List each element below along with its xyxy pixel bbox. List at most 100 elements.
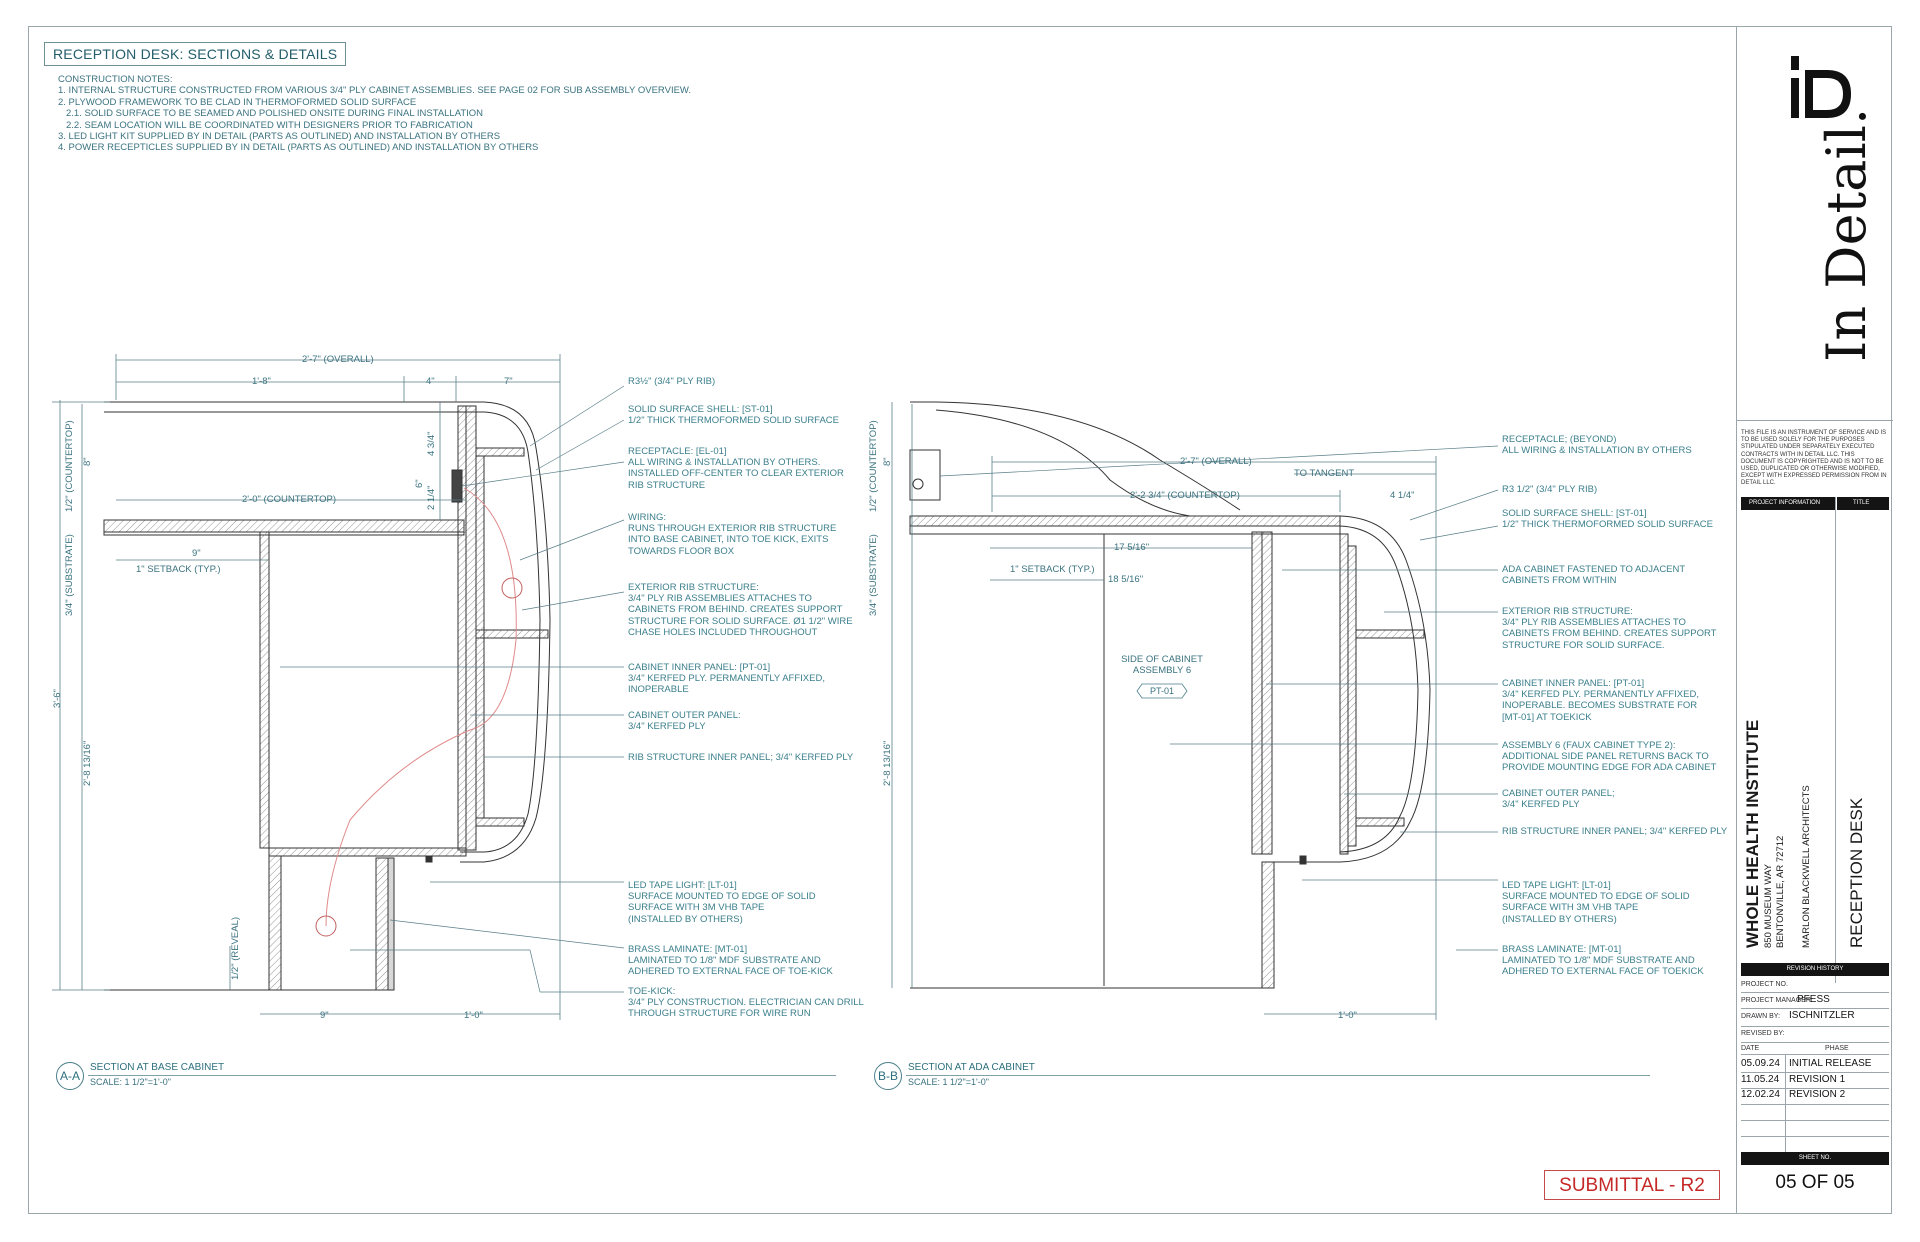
dim-b-v-substrate: 3/4" (SUBSTRATE) [868,534,879,616]
row-divider [1741,1008,1889,1009]
callout-b-led: LED TAPE LIGHT: [LT-01] SURFACE MOUNTED … [1502,880,1690,925]
drawn-by-value: ISCHNITZLER [1789,1010,1855,1021]
sheet-number: 05 OF 05 [1775,1172,1855,1193]
submittal-stamp: SUBMITTAL - R2 [1544,1170,1720,1200]
revision-date: 11.05.24 [1741,1074,1780,1085]
dim-a-v-6: 6" [414,479,425,488]
dim-a-v-434: 4 3/4" [426,431,437,456]
copyright-notice: THIS FILE IS AN INSTRUMENT OF SERVICE AN… [1741,430,1887,487]
address-line-1: 850 MUSEUM WAY [1763,864,1774,948]
date-header: DATE [1741,1045,1760,1052]
row-divider [1741,1072,1889,1073]
phase-header: PHASE [1825,1045,1849,1052]
revision-column-divider [1785,1054,1786,1152]
revision-history-bar: REVISION HISTORY [1741,963,1889,976]
revised-by-label: REVISED BY: [1741,1030,1785,1037]
dim-a-v-eight: 8" [82,457,93,466]
dim-a-setback: 1" SETBACK (TYP.) [136,564,221,575]
dim-a-bottom-nine: 9" [320,1010,329,1021]
section-a-scale: SCALE: 1 1/2"=1'-0" [90,1077,171,1087]
callout-a-brass: BRASS LAMINATE: [MT-01] LAMINATED TO 1/8… [628,944,833,978]
revision-phase: REVISION 2 [1789,1089,1846,1100]
section-b-tag: B-B [874,1062,902,1090]
dim-a-d1: 1'-8" [252,376,271,387]
client-name: WHOLE HEALTH INSTITUTE [1743,719,1762,948]
dim-b-four-quarter: 4 1/4" [1390,490,1415,501]
callout-b-brass: BRASS LAMINATE: [MT-01] LAMINATED TO 1/8… [1502,944,1704,978]
section-a-linework [103,401,551,991]
callout-b-assembly6: ASSEMBLY 6 (FAUX CABINET TYPE 2): ADDITI… [1502,740,1717,774]
dim-b-countertop: 2'-2 3/4" (COUNTERTOP) [1130,490,1240,501]
dim-a-v-lower: 2'-8 13/16" [82,740,93,786]
row-divider [1741,1054,1889,1055]
callout-b-rib-radius: R3 1/2" (3/4" PLY RIB) [1502,484,1598,495]
row-divider [1741,1136,1889,1137]
callout-a-toekick: TOE-KICK: 3/4" PLY CONSTRUCTION. ELECTRI… [628,986,864,1020]
callout-a-rib-radius: R3½" (3/4" PLY RIB) [628,376,716,387]
address-line-2: BENTONVILLE, AR 72712 [1775,835,1786,948]
callout-a-wiring: WIRING: RUNS THROUGH EXTERIOR RIB STRUCT… [628,512,837,557]
callout-b-receptacle: RECEPTACLE; (BEYOND) ALL WIRING & INSTAL… [1502,434,1692,457]
revision-history-label: REVISION HISTORY [1786,966,1844,972]
revision-date: 12.02.24 [1741,1089,1780,1100]
sheet-no-bar: SHEET NO. [1741,1152,1889,1165]
callout-a-rib-inner: RIB STRUCTURE INNER PANEL; 3/4" KERFED P… [628,752,854,763]
callout-b-outer-panel: CABINET OUTER PANEL; 3/4" KERFED PLY [1502,788,1615,811]
row-divider [1741,1104,1889,1105]
pt-tag-label: PT-01 [1149,686,1174,696]
callout-a-receptacle: RECEPTACLE: [EL-01] ALL WIRING & INSTALL… [628,446,844,491]
dim-a-bottom-one: 1'-0" [464,1010,483,1021]
section-a-rule [88,1075,836,1076]
logo-box: In Detail. [1737,26,1893,421]
dim-b-v-eight: 8" [882,457,893,466]
title-bar: TITLE [1837,497,1889,510]
revision-phase: INITIAL RELEASE [1789,1058,1872,1069]
section-b-rule [906,1075,1650,1076]
row-divider [1741,1026,1889,1027]
dim-a-v-reveal: 1/2" (REVEAL) [230,916,241,980]
dim-a-d3: 7" [504,376,513,387]
project-information-bar: PROJECT INFORMATION [1741,497,1835,510]
section-b-scale: SCALE: 1 1/2"=1'-0" [908,1077,989,1087]
project-no-label: PROJECT NO. [1741,981,1788,988]
callout-a-solid-surface: SOLID SURFACE SHELL: [ST-01] 1/2" THICK … [628,404,839,427]
drawn-by-label: DRAWN BY: [1741,1013,1781,1020]
callout-a-exterior-rib: EXTERIOR RIB STRUCTURE: 3/4" PLY RIB ASS… [628,582,853,638]
dim-b-v-lower: 2'-8 13/16" [882,740,893,786]
project-information-label: PROJECT INFORMATION [1749,500,1821,506]
dim-b-overall: 2'-7" (OVERALL) [1180,456,1252,467]
dim-b-17: 17 5/16" [1114,542,1150,553]
sheet-no-label: SHEET NO. [1798,1155,1832,1161]
callout-b-rib-inner: RIB STRUCTURE INNER PANEL; 3/4" KERFED P… [1502,826,1728,837]
dim-a-v-substrate: 3/4" (SUBSTRATE) [64,534,75,616]
row-divider [1741,1120,1889,1121]
dim-b-tangent: TO TANGENT [1294,468,1355,479]
dim-b-bottom-one: 1'-0" [1338,1010,1357,1021]
logo-wordmark: In Detail. [1815,107,1878,362]
dim-a-overall: 2'-7" (OVERALL) [302,354,374,365]
dim-b-setback: 1" SETBACK (TYP.) [1010,564,1095,575]
row-divider [1741,992,1889,993]
section-a-title: SECTION AT BASE CABINET [90,1062,225,1073]
callout-a-led: LED TAPE LIGHT: [LT-01] SURFACE MOUNTED … [628,880,816,925]
callout-b-solid-surface: SOLID SURFACE SHELL: [ST-01] 1/2" THICK … [1502,508,1713,531]
dim-a-d2: 4" [426,376,435,387]
dim-a-v-countertop: 1/2" (COUNTERTOP) [64,420,75,512]
section-a-tag: A-A [56,1062,84,1090]
sheet-title: RECEPTION DESK [1847,797,1866,948]
dim-a-nine: 9" [192,548,201,559]
callout-b-ada: ADA CABINET FASTENED TO ADJACENT CABINET… [1502,564,1686,587]
section-b-title: SECTION AT ADA CABINET [908,1062,1035,1073]
callout-a-inner-panel: CABINET INNER PANEL: [PT-01] 3/4" KERFED… [628,662,825,696]
revision-date: 05.09.24 [1741,1058,1780,1069]
title-label: TITLE [1853,500,1870,506]
side-of-cabinet-label: SIDE OF CABINET ASSEMBLY 6 [1121,654,1203,676]
dim-a-v-214: 2 1/4" [426,485,437,510]
title-block: In Detail. THIS FILE IS AN INSTRUMENT OF… [1736,26,1893,1214]
dim-b-18: 18 5/16" [1108,574,1144,585]
project-manager-value: PFESS [1797,994,1830,1005]
callout-b-exterior-rib: EXTERIOR RIB STRUCTURE: 3/4" PLY RIB ASS… [1502,606,1717,651]
revision-phase: REVISION 1 [1789,1074,1846,1085]
callout-a-outer-panel: CABINET OUTER PANEL: 3/4" KERFED PLY [628,710,741,733]
row-divider [1741,1042,1889,1043]
